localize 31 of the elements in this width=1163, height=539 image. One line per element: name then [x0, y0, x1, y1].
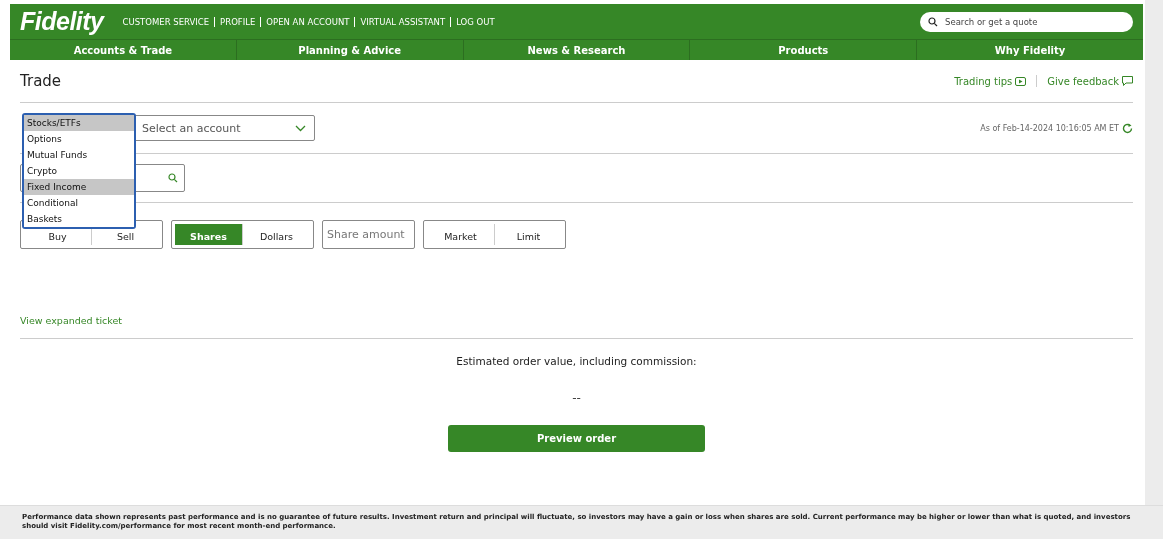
amount-field[interactable]: Share amount — [322, 219, 415, 249]
header-link[interactable]: LOG OUT — [450, 16, 500, 27]
trading-tips-link[interactable]: Trading tips — [954, 75, 1027, 87]
feedback-link[interactable]: Give feedback — [1047, 75, 1133, 87]
trade-type-dropdown[interactable]: Stocks/ETFs Options Mutual Funds Crypto Fixed Income Conditional Baskets — [22, 113, 136, 229]
preview-order-button[interactable]: Preview order — [448, 425, 705, 452]
nav-tab[interactable]: Why Fidelity — [916, 40, 1143, 60]
estimate-value: -- — [572, 391, 581, 405]
page-title: Trade — [20, 72, 62, 90]
header-link[interactable]: VIRTUAL ASSISTANT — [354, 16, 451, 27]
search-icon — [168, 173, 178, 183]
chat-bubble-icon — [1122, 76, 1133, 86]
chevron-down-icon — [295, 124, 306, 132]
header-link[interactable]: PROFILE — [214, 16, 261, 27]
header-link[interactable]: CUSTOMER SERVICE — [117, 16, 215, 27]
quantity-type-toggle[interactable]: Shares — [175, 223, 242, 245]
estimate-label: Estimated order value, including commission: — [456, 355, 697, 367]
nav-tab[interactable]: News & Research — [462, 40, 690, 60]
header-link[interactable]: OPEN AN ACCOUNT — [260, 16, 355, 27]
dropdown-option[interactable]: Fixed Income — [24, 179, 134, 195]
timestamp: As of Feb-14-2024 10:16:05 AM ET — [980, 123, 1119, 133]
view-expanded-ticket-link[interactable]: View expanded ticket — [20, 315, 1133, 339]
video-icon — [1015, 76, 1027, 86]
fidelity-logo[interactable]: Fidelity — [20, 7, 104, 36]
nav-tab[interactable]: Planning & Advice — [235, 40, 463, 60]
refresh-icon[interactable] — [1122, 122, 1133, 134]
dropdown-option[interactable]: Stocks/ETFs — [24, 115, 134, 131]
nav-tab[interactable]: Products — [689, 40, 917, 60]
nav-tab[interactable]: Accounts & Trade — [10, 40, 236, 60]
search-icon — [928, 16, 938, 27]
search-box[interactable]: Search or get a quote — [920, 11, 1133, 32]
